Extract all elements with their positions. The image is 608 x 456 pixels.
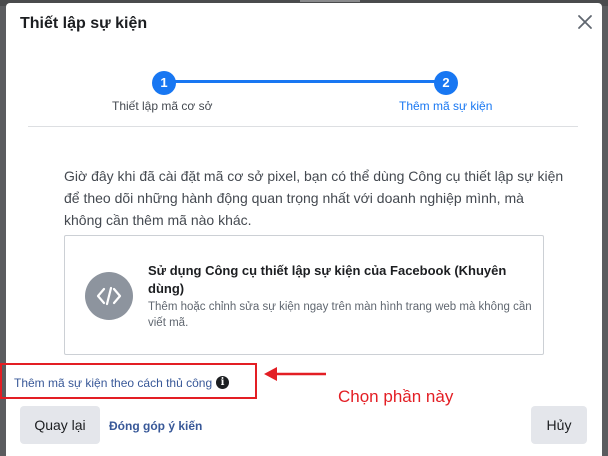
step-2-indicator[interactable]: 2 [434, 71, 458, 95]
dialog-title: Thiết lập sự kiện [20, 15, 148, 32]
option-description: Thêm hoặc chỉnh sửa sự kiện ngay trên mà… [148, 301, 532, 329]
annotation-label: Chọn phần này [338, 387, 454, 406]
step-1-indicator[interactable]: 1 [152, 71, 176, 95]
divider [28, 126, 578, 127]
step-1-label[interactable]: Thiết lập mã cơ sở [112, 99, 212, 113]
annotation-arrow-icon [264, 367, 326, 381]
event-setup-tool-option[interactable]: Sử dụng Công cụ thiết lập sự kiện của Fa… [64, 235, 544, 355]
back-button[interactable]: Quay lại [20, 406, 100, 444]
option-title: Sử dụng Công cụ thiết lập sự kiện của Fa… [148, 263, 507, 296]
step-2-label[interactable]: Thêm mã sự kiện [399, 99, 492, 113]
feedback-link[interactable]: Đóng góp ý kiến [109, 419, 202, 433]
stepper-progress-line [166, 80, 448, 83]
close-icon[interactable] [576, 13, 594, 31]
instructions-text: Giờ đây khi đã cài đặt mã cơ sở pixel, b… [64, 168, 564, 228]
annotation-highlight-box [0, 363, 257, 399]
background-text [300, 0, 360, 2]
cancel-button[interactable]: Hủy [531, 406, 587, 444]
code-icon [85, 272, 133, 320]
